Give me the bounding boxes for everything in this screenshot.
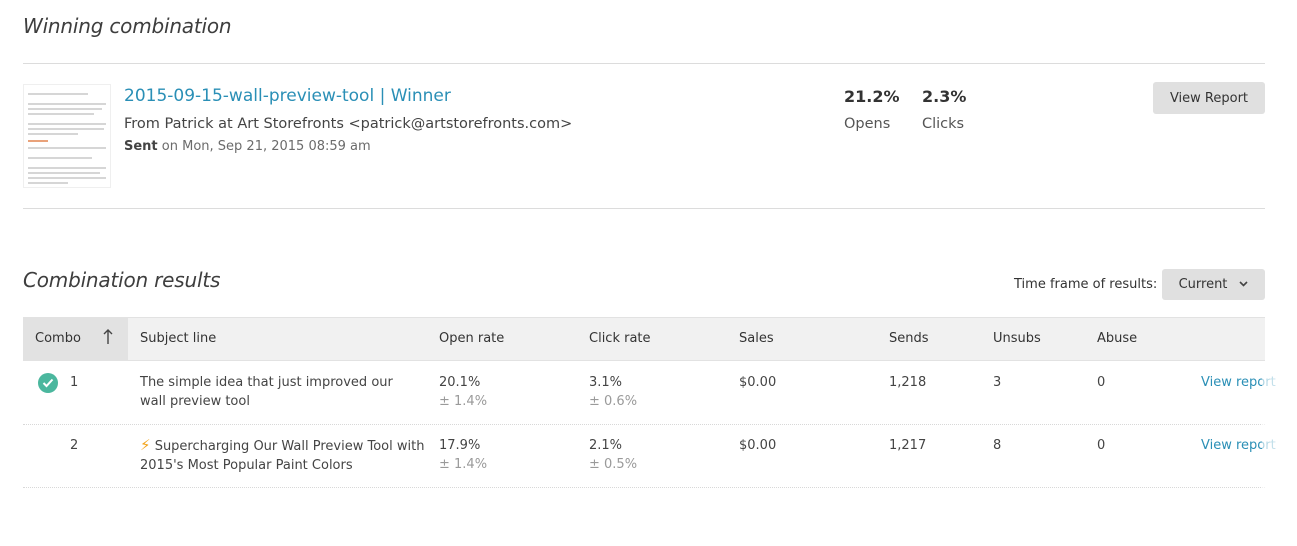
unsubs-value: 8 <box>993 438 1002 453</box>
email-thumbnail[interactable] <box>23 84 111 188</box>
results-table-header: Combo Subject line Open rate Click rate … <box>23 317 1265 361</box>
sales-value: $0.00 <box>739 438 777 453</box>
click-rate: 2.1% <box>589 438 623 453</box>
column-header-combo[interactable]: Combo <box>35 331 81 346</box>
results-section-title: Combination results <box>23 268 221 292</box>
sent-label: Sent <box>124 139 158 154</box>
divider <box>23 63 1265 64</box>
column-header-unsubs[interactable]: Unsubs <box>993 331 1041 346</box>
divider <box>23 208 1265 209</box>
timeframe-value: Current <box>1178 277 1228 292</box>
open-rate: 17.9% <box>439 438 481 453</box>
timeframe-label: Time frame of results: <box>1014 277 1158 292</box>
subject-line: The simple idea that just improved our w… <box>140 375 393 409</box>
check-circle-icon <box>38 373 58 393</box>
from-line: From Patrick at Art Storefronts <patrick… <box>124 116 573 132</box>
subject-text: Supercharging Our Wall Preview Tool with… <box>140 439 425 473</box>
column-header-subject[interactable]: Subject line <box>140 331 216 346</box>
column-header-open-rate[interactable]: Open rate <box>439 331 504 346</box>
sent-date: on Mon, Sep 21, 2015 08:59 am <box>161 139 371 154</box>
sends-value: 1,218 <box>889 375 927 390</box>
click-rate-margin: ± 0.5% <box>589 457 638 472</box>
arrow-up-icon[interactable] <box>103 329 113 349</box>
winning-section-title: Winning combination <box>23 14 232 38</box>
table-scroll-fade <box>1262 362 1297 488</box>
clicks-value: 2.3% <box>922 87 967 106</box>
subject-line: ⚡ Supercharging Our Wall Preview Tool wi… <box>140 436 430 475</box>
open-rate-margin: ± 1.4% <box>439 394 488 409</box>
opens-label: Opens <box>844 116 891 132</box>
open-rate-margin: ± 1.4% <box>439 457 488 472</box>
sales-value: $0.00 <box>739 375 777 390</box>
abuse-value: 0 <box>1097 375 1106 390</box>
sent-line: Sent on Mon, Sep 21, 2015 08:59 am <box>124 139 371 154</box>
lightning-bolt-icon: ⚡ <box>140 436 151 454</box>
abuse-value: 0 <box>1097 438 1106 453</box>
winner-campaign-link[interactable]: 2015-09-15-wall-preview-tool | Winner <box>124 86 451 106</box>
view-report-button[interactable]: View Report <box>1153 82 1265 114</box>
table-row: 2 ⚡ Supercharging Our Wall Preview Tool … <box>23 425 1276 488</box>
column-header-abuse[interactable]: Abuse <box>1097 331 1137 346</box>
column-header-sales[interactable]: Sales <box>739 331 774 346</box>
column-header-sends[interactable]: Sends <box>889 331 929 346</box>
unsubs-value: 3 <box>993 375 1002 390</box>
open-rate: 20.1% <box>439 375 481 390</box>
chevron-down-icon <box>1239 280 1248 290</box>
column-header-click-rate[interactable]: Click rate <box>589 331 651 346</box>
combo-number: 2 <box>70 438 79 453</box>
clicks-label: Clicks <box>922 116 965 132</box>
combo-number: 1 <box>70 375 79 390</box>
table-row: 1 The simple idea that just improved our… <box>23 362 1276 425</box>
sends-value: 1,217 <box>889 438 927 453</box>
timeframe-dropdown[interactable]: Current <box>1162 269 1265 300</box>
click-rate-margin: ± 0.6% <box>589 394 638 409</box>
opens-value: 21.2% <box>844 87 900 106</box>
click-rate: 3.1% <box>589 375 623 390</box>
